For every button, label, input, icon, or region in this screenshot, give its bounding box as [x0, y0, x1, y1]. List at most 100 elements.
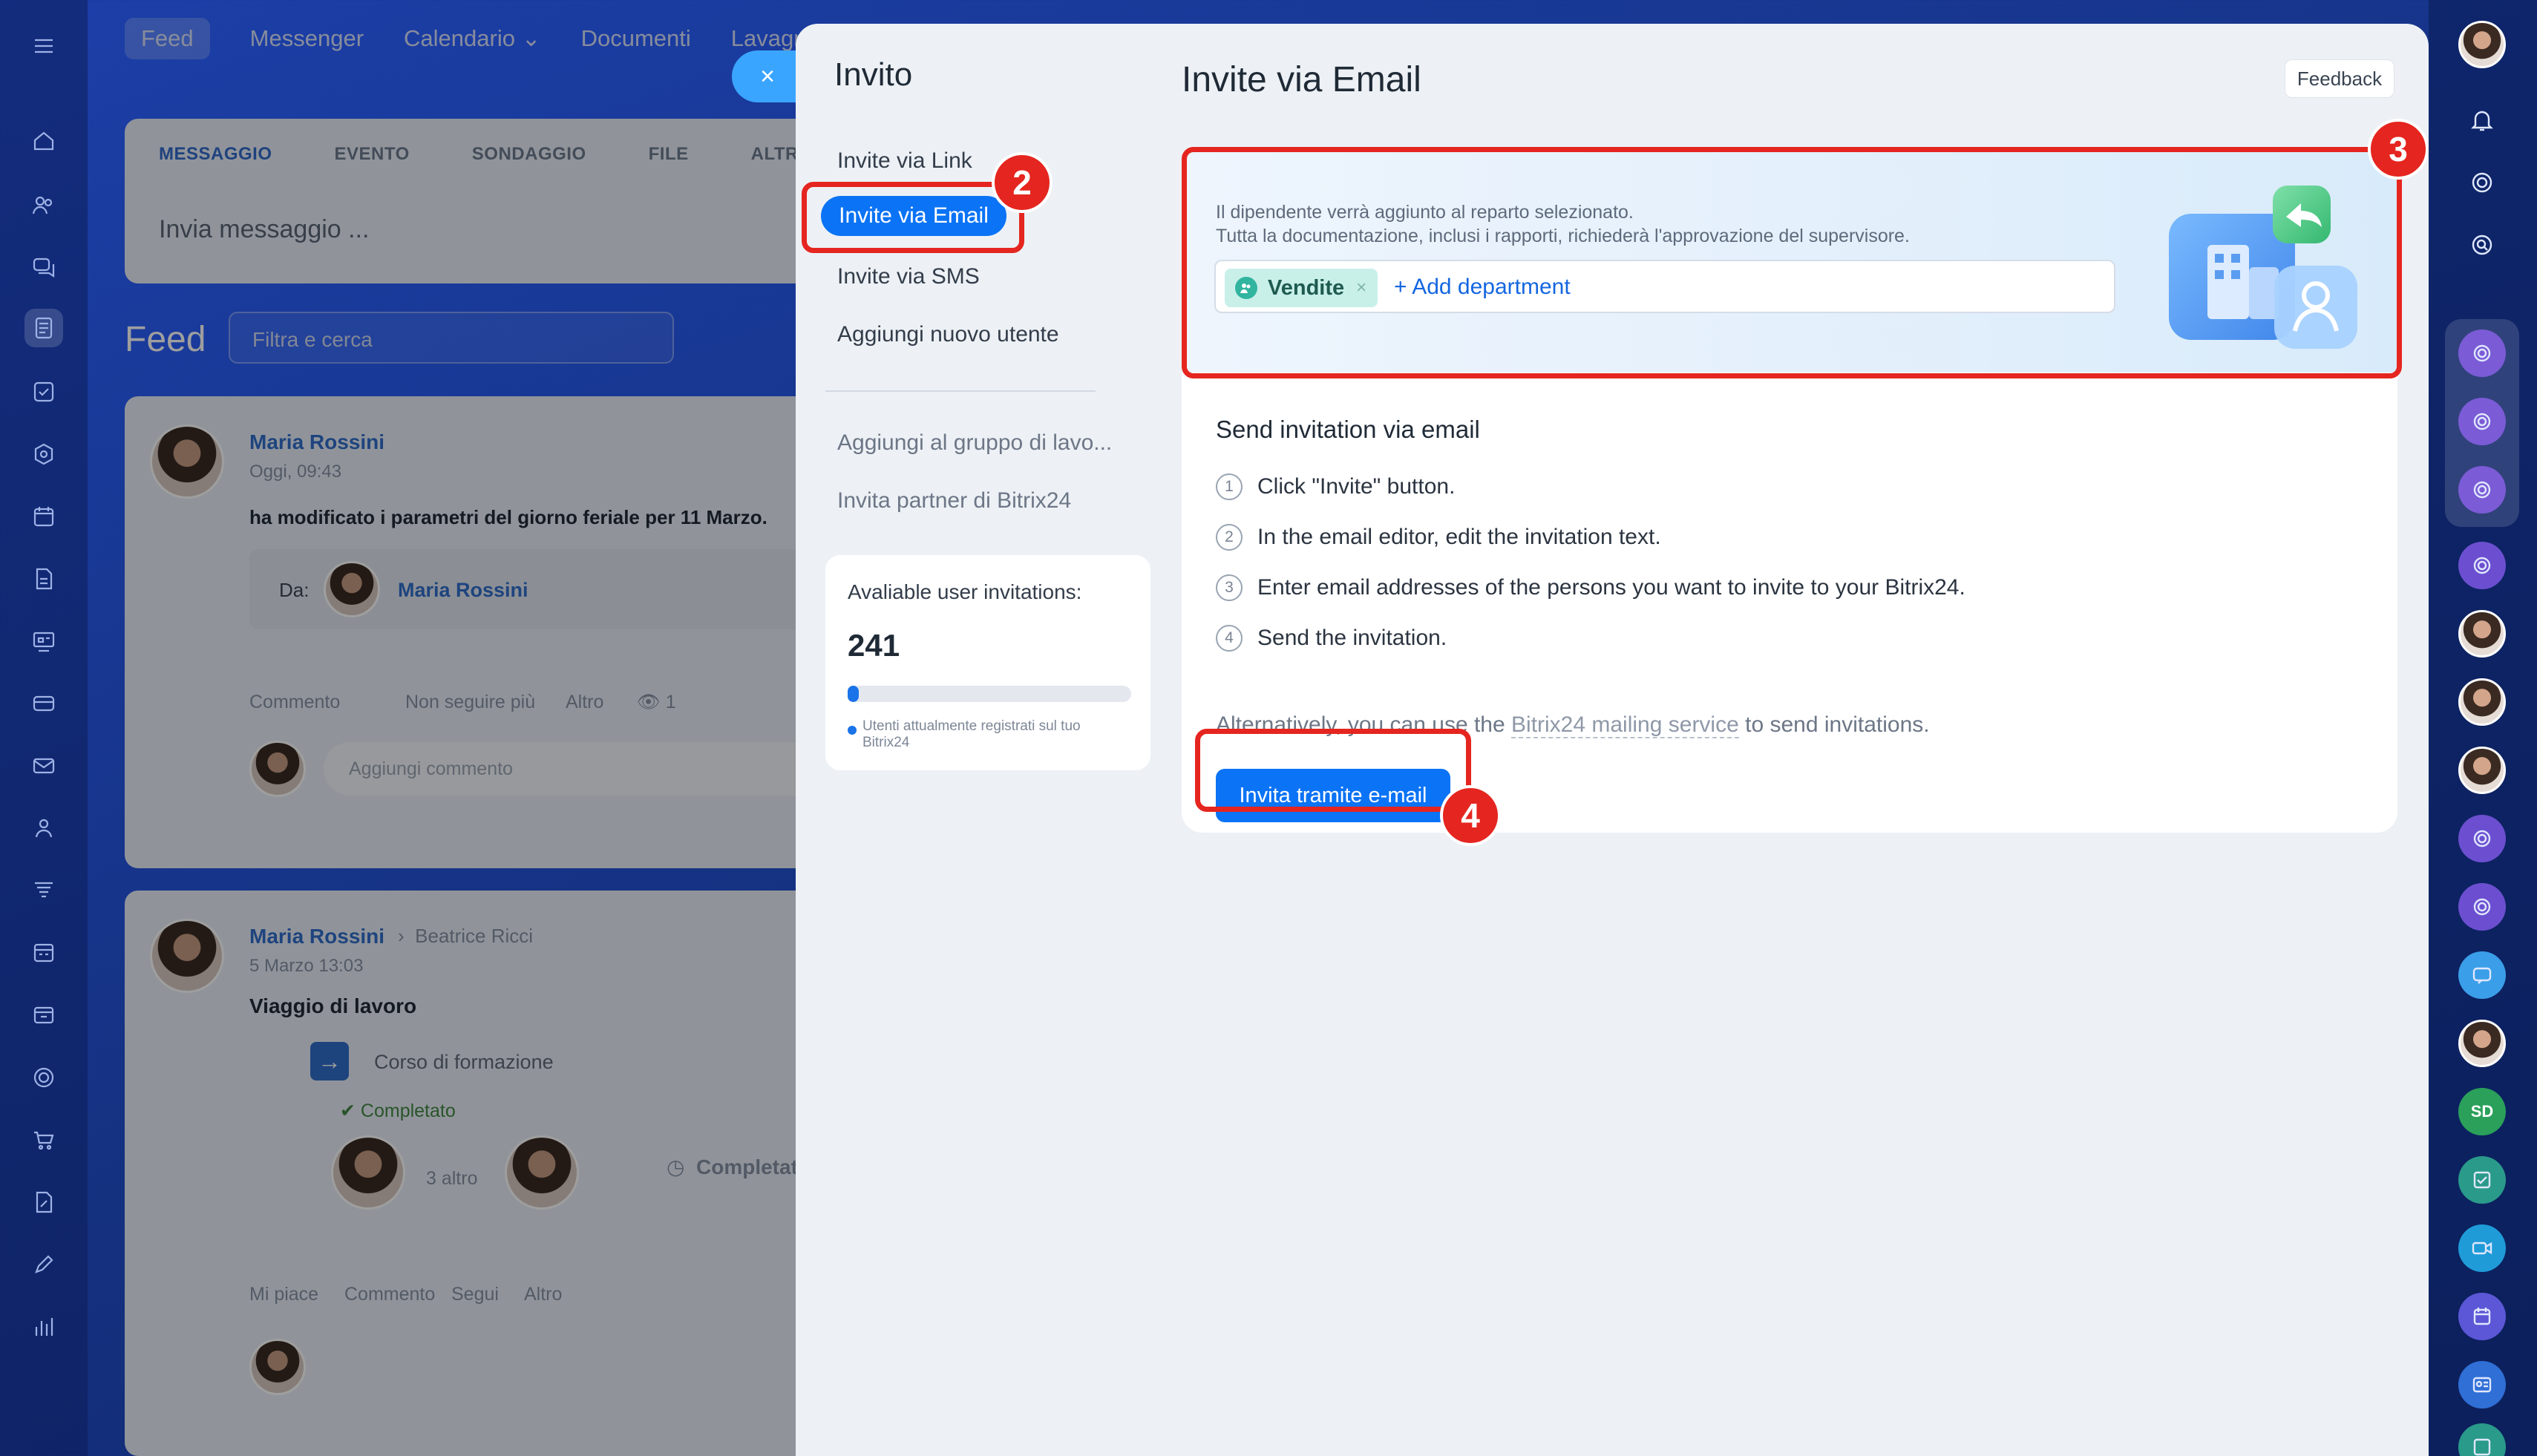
avatar[interactable] [324, 561, 380, 617]
invitations-label: Avaliable user invitations: [848, 580, 1082, 603]
annotation-box-4 [1195, 729, 1471, 812]
user-avatar[interactable] [2458, 21, 2506, 68]
card-icon[interactable] [24, 684, 63, 723]
crm-icon[interactable] [24, 435, 63, 473]
composer-tabs: MESSAGGIO EVENTO SONDAGGIO FILE ALTRO [125, 119, 852, 165]
from-label: Da: [279, 579, 310, 601]
analytics-icon[interactable] [24, 1308, 63, 1346]
menu-invite-link[interactable]: Invite via Link [837, 148, 972, 174]
board-icon[interactable] [24, 622, 63, 660]
post-author[interactable]: Maria Rossini [249, 925, 384, 948]
feedback-button[interactable]: Feedback [2285, 59, 2394, 98]
post-author[interactable]: Maria Rossini [249, 430, 384, 454]
from-box: Da: Maria Rossini [249, 549, 828, 629]
menu-add-to-workgroup[interactable]: Aggiungi al gruppo di lavo... [837, 430, 1112, 456]
contacts-icon[interactable] [2458, 1361, 2506, 1409]
calendar-icon[interactable] [2458, 1293, 2506, 1340]
menu-icon[interactable] [24, 27, 63, 65]
messages-icon[interactable] [2458, 951, 2506, 999]
invitations-progress [848, 686, 1131, 702]
checklist-icon[interactable] [2458, 1423, 2506, 1456]
feed-search-input[interactable]: Filtra e cerca [229, 312, 674, 364]
home-icon[interactable] [24, 122, 63, 160]
nav-documents[interactable]: Documenti [581, 25, 691, 52]
post-recipient-name: Beatrice Ricci [415, 925, 534, 947]
annotation-box-3 [1182, 147, 2402, 378]
channel-icon[interactable] [2458, 398, 2506, 445]
step-text: In the email editor, edit the invitation… [1257, 525, 1661, 549]
more-participants[interactable]: 3 altro [426, 1168, 477, 1190]
from-name[interactable]: Maria Rossini [398, 579, 528, 602]
annotation-badge-4: 4 [1440, 785, 1501, 846]
contact-avatar[interactable] [2458, 610, 2506, 658]
check-circle-icon: ✔ [340, 1101, 356, 1121]
edit-doc-icon[interactable] [24, 1183, 63, 1221]
follow-action[interactable]: Segui [451, 1284, 499, 1305]
step-number: 1 [1216, 473, 1243, 500]
search-chat-icon[interactable] [2458, 221, 2506, 269]
feed-icon[interactable] [24, 309, 63, 347]
like-action[interactable]: Mi piace [249, 1284, 318, 1305]
channel-icon[interactable] [2458, 466, 2506, 514]
contact-avatar[interactable] [2458, 747, 2506, 794]
cart-icon[interactable] [24, 1121, 63, 1159]
more-action[interactable]: Altro [524, 1284, 562, 1305]
video-call-icon[interactable] [2458, 1224, 2506, 1272]
post-recipient[interactable]: › Beatrice Ricci [398, 925, 533, 948]
tab-event[interactable]: EVENTO [335, 144, 410, 165]
avatar[interactable] [150, 424, 224, 499]
tab-message[interactable]: MESSAGGIO [159, 144, 272, 165]
feed-post: Maria Rossini › Beatrice Ricci 5 Marzo 1… [125, 891, 852, 1456]
contact-avatar[interactable] [2458, 678, 2506, 726]
nav-messenger[interactable]: Messenger [250, 25, 364, 52]
mailing-service-link[interactable]: Bitrix24 mailing service [1511, 712, 1739, 738]
group-icon[interactable] [24, 809, 63, 847]
task-name[interactable]: Corso di formazione [374, 1051, 554, 1074]
tab-file[interactable]: FILE [649, 144, 689, 165]
comment-action[interactable]: Commento [249, 692, 340, 713]
channel-icon[interactable] [2458, 883, 2506, 931]
tasks-icon[interactable] [24, 373, 63, 411]
mail-icon[interactable] [24, 747, 63, 785]
copilot-icon[interactable] [2458, 159, 2506, 206]
post-composer: MESSAGGIO EVENTO SONDAGGIO FILE ALTRO In… [125, 119, 852, 283]
task-status-text: Completato [360, 1101, 456, 1121]
comment-action[interactable]: Commento [344, 1284, 435, 1305]
channel-icon[interactable] [2458, 329, 2506, 377]
contact-avatar[interactable] [2458, 1020, 2506, 1067]
step-text: Enter email addresses of the persons you… [1257, 575, 1965, 600]
menu-invite-sms[interactable]: Invite via SMS [837, 264, 980, 289]
calendar-icon[interactable] [24, 497, 63, 536]
unfollow-action[interactable]: Non seguire più [405, 692, 535, 713]
avatar[interactable] [331, 1135, 405, 1210]
avatar[interactable] [505, 1135, 579, 1210]
avatar[interactable] [150, 919, 224, 993]
people-icon[interactable] [24, 186, 63, 224]
bell-icon[interactable] [2458, 96, 2506, 144]
channel-icon[interactable] [2458, 815, 2506, 862]
nav-feed[interactable]: Feed [125, 18, 210, 59]
channel-icon[interactable] [2458, 542, 2506, 589]
menu-add-user[interactable]: Aggiungi nuovo utente [837, 322, 1059, 347]
invitations-note: Utenti attualmente registrati sul tuo Bi… [862, 718, 1081, 750]
tasks-icon[interactable] [2458, 1156, 2506, 1204]
nav-calendar[interactable]: Calendario ⌄ [404, 25, 541, 52]
menu-invite-partner[interactable]: Invita partner di Bitrix24 [837, 488, 1071, 514]
comment-input[interactable]: Aggiungi commento [324, 742, 836, 796]
schedule-icon[interactable] [24, 934, 63, 972]
invitations-count: 241 [848, 628, 900, 663]
target-icon[interactable] [24, 1058, 63, 1097]
invitations-progress-fill [848, 686, 860, 702]
close-modal-button[interactable]: × [732, 50, 803, 102]
more-action[interactable]: Altro [566, 692, 603, 713]
funnel-icon[interactable] [24, 871, 63, 910]
avatar [249, 741, 306, 797]
service-desk-badge[interactable]: SD [2458, 1088, 2506, 1135]
archive-icon[interactable] [24, 996, 63, 1034]
tab-poll[interactable]: SONDAGGIO [472, 144, 586, 165]
pen-icon[interactable] [24, 1245, 63, 1284]
message-input[interactable]: Invia messaggio ... [159, 215, 369, 244]
chat-icon[interactable] [24, 248, 63, 286]
invitations-card: Avaliable user invitations: 241 Utenti a… [825, 555, 1150, 770]
document-icon[interactable] [24, 560, 63, 598]
